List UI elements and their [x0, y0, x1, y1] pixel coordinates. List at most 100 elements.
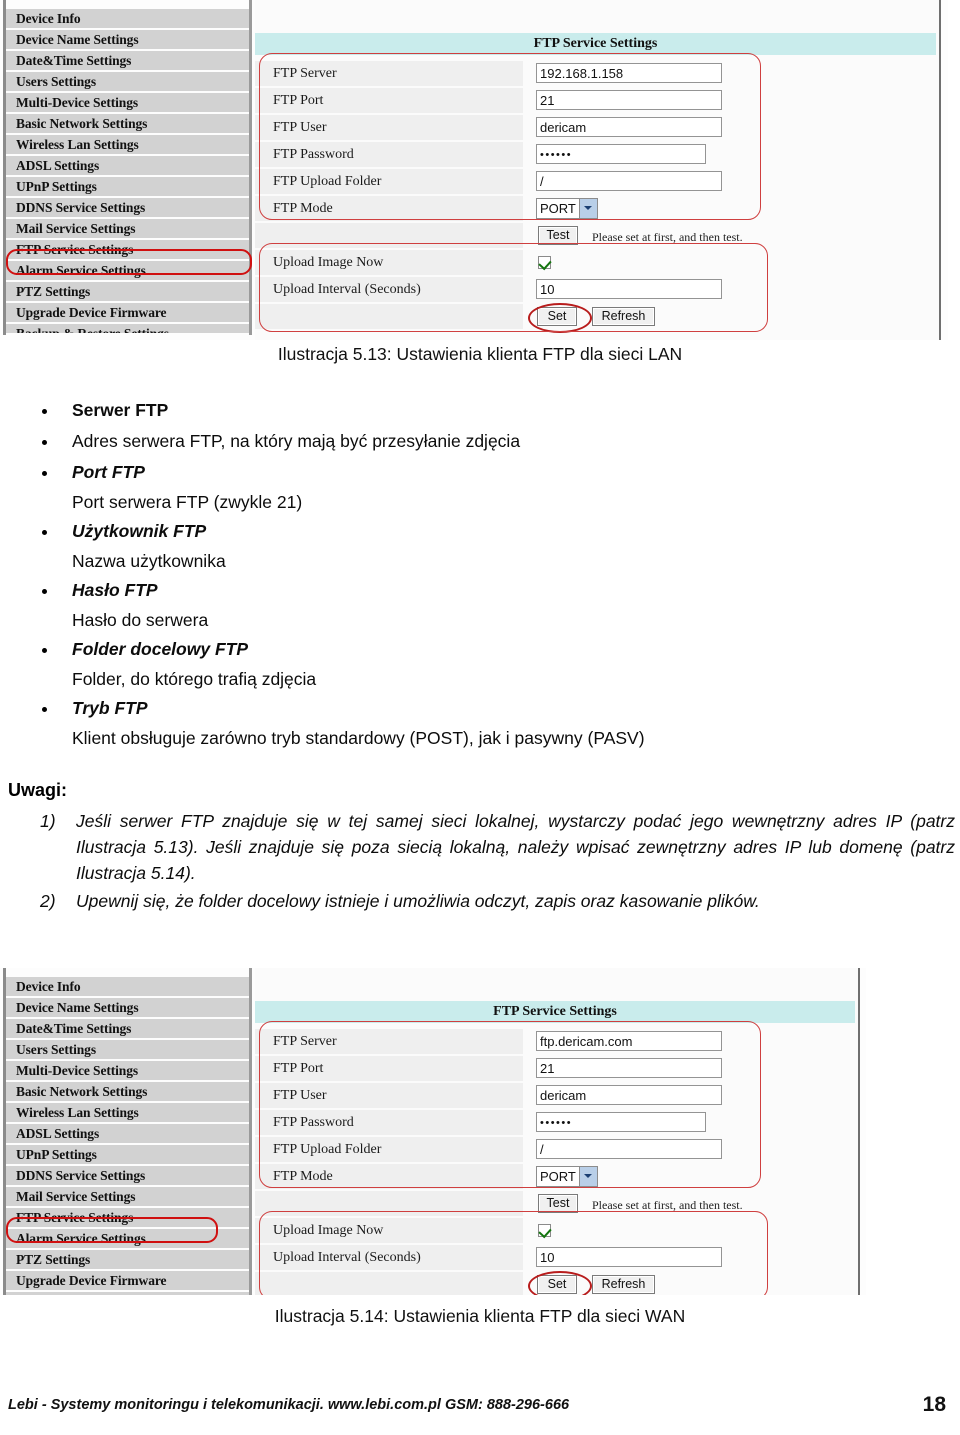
label-upload-interval: Upload Interval (Seconds) — [273, 282, 421, 297]
checkbox-upload-image-now[interactable] — [538, 256, 551, 269]
refresh-button[interactable]: Refresh — [592, 307, 655, 326]
input-ftp-port[interactable]: 21 — [536, 90, 722, 110]
label-ftp-user: FTP User — [273, 120, 327, 135]
bullet-sub-uzytkownik-ftp: Nazwa użytkownika — [72, 551, 226, 571]
sidebar-item-label: Wireless Lan Settings — [16, 1105, 139, 1120]
row-label-band — [255, 223, 523, 248]
test-button[interactable]: Test — [538, 226, 578, 245]
input-ftp-server[interactable]: 192.168.1.158 — [536, 63, 722, 83]
input-ftp-upload-folder[interactable]: / — [536, 1139, 722, 1159]
sidebar-item-label: Mail Service Settings — [16, 221, 136, 236]
input-ftp-user[interactable]: dericam — [536, 117, 722, 137]
row-upload-interval: Upload Interval (Seconds) 10 — [255, 1244, 858, 1271]
sidebar-item-alarm-service-settings[interactable]: Alarm Service Settings — [6, 1229, 249, 1248]
sidebar-item-label: Basic Network Settings — [16, 116, 148, 131]
sidebar-item-ptz-settings[interactable]: PTZ Settings — [6, 282, 249, 301]
test-button[interactable]: Test — [538, 1194, 578, 1213]
sidebar-item-basic-network-settings[interactable]: Basic Network Settings — [6, 114, 249, 133]
sidebar-item-ddns-service-settings[interactable]: DDNS Service Settings — [6, 1166, 249, 1185]
note-text: Upewnij się, że folder docelowy istnieje… — [76, 891, 760, 911]
test-hint-text: Please set at first, and then test. — [592, 1198, 743, 1212]
screenshot-right-border — [858, 968, 860, 1295]
sidebar-item-device-info[interactable]: Device Info — [6, 977, 249, 996]
refresh-button[interactable]: Refresh — [592, 1275, 655, 1294]
row-actions: Set Refresh — [255, 303, 939, 333]
sidebar-item-date-time-settings[interactable]: Date&Time Settings — [6, 1019, 249, 1038]
sidebar-item-ftp-service-settings[interactable]: FTP Service Settings — [6, 240, 249, 259]
bullet-sub-folder-docelowy-ftp: Folder, do którego trafią zdjęcia — [72, 669, 317, 689]
sidebar-item-upnp-settings[interactable]: UPnP Settings — [6, 1145, 249, 1164]
ftp-settings-panel-wan: FTP Service Settings FTP Server ftp.deri… — [255, 968, 858, 1295]
sidebar-item-label: Date&Time Settings — [16, 1021, 132, 1036]
checkbox-upload-image-now[interactable] — [538, 1224, 551, 1237]
sidebar-item-label: Device Info — [16, 11, 81, 26]
sidebar-item-label: PTZ Settings — [16, 284, 91, 299]
row-test: Test Please set at first, and then test. — [255, 222, 939, 249]
bullet-sub-port-ftp: Port serwera FTP (zwykle 21) — [72, 492, 303, 512]
input-ftp-server[interactable]: ftp.dericam.com — [536, 1031, 722, 1051]
chevron-down-icon[interactable] — [579, 199, 597, 218]
row-ftp-upload-folder: FTP Upload Folder / — [255, 168, 939, 195]
sidebar-item-label: UPnP Settings — [16, 179, 97, 194]
sidebar-item-adsl-settings[interactable]: ADSL Settings — [6, 1124, 249, 1143]
input-ftp-password[interactable]: •••••• — [536, 144, 706, 164]
row-label-band — [255, 1272, 523, 1295]
sidebar-item-users-settings[interactable]: Users Settings — [6, 1040, 249, 1059]
sidebar-item-device-name-settings[interactable]: Device Name Settings — [6, 30, 249, 49]
camera-sidebar-wan[interactable]: Device Info Device Name Settings Date&Ti… — [0, 968, 252, 1295]
sidebar-item-ddns-service-settings[interactable]: DDNS Service Settings — [6, 198, 249, 217]
camera-sidebar-lan[interactable]: Device Info Device Name Settings Date&Ti… — [0, 0, 252, 335]
label-ftp-mode: FTP Mode — [273, 1169, 333, 1184]
input-ftp-port[interactable]: 21 — [536, 1058, 722, 1078]
row-ftp-upload-folder: FTP Upload Folder / — [255, 1136, 858, 1163]
sidebar-item-date-time-settings[interactable]: Date&Time Settings — [6, 51, 249, 70]
sidebar-item-multi-device-settings[interactable]: Multi-Device Settings — [6, 1061, 249, 1080]
screenshot-right-border — [939, 0, 941, 340]
set-button[interactable]: Set — [537, 307, 577, 326]
sidebar-item-upgrade-device-firmware[interactable]: Upgrade Device Firmware — [6, 1271, 249, 1290]
sidebar-item-device-info[interactable]: Device Info — [6, 9, 249, 28]
sidebar-item-multi-device-settings[interactable]: Multi-Device Settings — [6, 93, 249, 112]
input-ftp-upload-folder[interactable]: / — [536, 171, 722, 191]
sidebar-item-ptz-settings[interactable]: PTZ Settings — [6, 1250, 249, 1269]
sidebar-item-wireless-lan-settings[interactable]: Wireless Lan Settings — [6, 1103, 249, 1122]
sidebar-item-alarm-service-settings[interactable]: Alarm Service Settings — [6, 261, 249, 280]
sidebar-item-ftp-service-settings[interactable]: FTP Service Settings — [6, 1208, 249, 1227]
sidebar-item-adsl-settings[interactable]: ADSL Settings — [6, 156, 249, 175]
sidebar-item-wireless-lan-settings[interactable]: Wireless Lan Settings — [6, 135, 249, 154]
label-upload-image-now: Upload Image Now — [273, 1223, 384, 1238]
sidebar-item-backup-restore-settings[interactable]: Backup & Restore Settings — [6, 324, 249, 333]
sidebar-item-mail-service-settings[interactable]: Mail Service Settings — [6, 219, 249, 238]
bullet-text: Port FTP — [72, 462, 145, 482]
row-test: Test Please set at first, and then test. — [255, 1190, 858, 1217]
set-button[interactable]: Set — [537, 1275, 577, 1294]
sidebar-item-label: UPnP Settings — [16, 1147, 97, 1162]
sidebar-item-upgrade-device-firmware[interactable]: Upgrade Device Firmware — [6, 303, 249, 322]
input-ftp-password[interactable]: •••••• — [536, 1112, 706, 1132]
sidebar-item-label: Wireless Lan Settings — [16, 137, 139, 152]
test-hint-text: Please set at first, and then test. — [592, 230, 743, 244]
sidebar-item-label: Alarm Service Settings — [16, 1231, 146, 1246]
chevron-down-icon[interactable] — [579, 1167, 597, 1186]
sidebar-item-upnp-settings[interactable]: UPnP Settings — [6, 177, 249, 196]
input-upload-interval[interactable]: 10 — [536, 1247, 722, 1267]
sidebar-item-label: Users Settings — [16, 1042, 96, 1057]
input-upload-interval[interactable]: 10 — [536, 279, 722, 299]
bullet-dot — [42, 707, 47, 712]
select-ftp-mode[interactable]: PORT — [536, 1166, 598, 1187]
sidebar-item-device-name-settings[interactable]: Device Name Settings — [6, 998, 249, 1017]
input-ftp-user[interactable]: dericam — [536, 1085, 722, 1105]
sidebar-item-label: DDNS Service Settings — [16, 1168, 146, 1183]
select-ftp-mode[interactable]: PORT — [536, 198, 598, 219]
label-ftp-server: FTP Server — [273, 66, 337, 81]
note-item-2: 2) Upewnij się, że folder docelowy istni… — [40, 888, 955, 914]
sidebar-item-users-settings[interactable]: Users Settings — [6, 72, 249, 91]
sidebar-item-backup-restore-settings[interactable]: Backup & Restore Settings — [6, 1292, 249, 1295]
sidebar-item-basic-network-settings[interactable]: Basic Network Settings — [6, 1082, 249, 1101]
sidebar-item-label: Device Info — [16, 979, 81, 994]
panel-title: FTP Service Settings — [255, 1001, 855, 1023]
label-ftp-port: FTP Port — [273, 1061, 324, 1076]
sidebar-item-mail-service-settings[interactable]: Mail Service Settings — [6, 1187, 249, 1206]
label-ftp-port: FTP Port — [273, 93, 324, 108]
row-upload-image-now: Upload Image Now — [255, 249, 939, 276]
